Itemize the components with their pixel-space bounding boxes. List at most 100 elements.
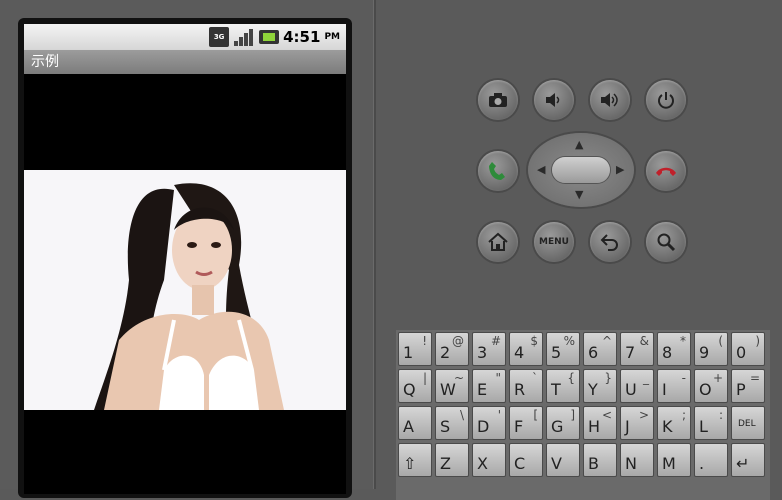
- key-0-8[interactable]: 9(: [694, 332, 728, 366]
- key-2-4[interactable]: G]: [546, 406, 580, 440]
- back-button[interactable]: [590, 222, 630, 262]
- key-3-6[interactable]: N: [620, 443, 654, 477]
- key-3-7[interactable]: M: [657, 443, 691, 477]
- key-2-5[interactable]: H <: [583, 406, 617, 440]
- key-1-5[interactable]: Y}: [583, 369, 617, 403]
- key-main-label: 2: [440, 343, 451, 362]
- key-alt-label: ~: [453, 371, 464, 385]
- key-1-0[interactable]: Q |: [398, 369, 432, 403]
- key-3-4[interactable]: V: [546, 443, 580, 477]
- key-alt-label: ': [497, 408, 501, 422]
- device-screen[interactable]: 3G 4:51 PM 示例: [24, 24, 346, 494]
- call-button[interactable]: [478, 151, 518, 191]
- key-alt-label: ;: [681, 408, 686, 422]
- key-3-0[interactable]: ⇧: [398, 443, 432, 477]
- end-call-icon: [656, 167, 676, 176]
- key-2-6[interactable]: J >: [620, 406, 654, 440]
- key-0-9[interactable]: 0): [731, 332, 765, 366]
- key-1-1[interactable]: W ~: [435, 369, 469, 403]
- key-main-label: T: [551, 380, 561, 399]
- key-alt-label: %: [563, 334, 575, 348]
- key-3-5[interactable]: B: [583, 443, 617, 477]
- key-main-label: U: [625, 380, 637, 399]
- key-1-4[interactable]: T{: [546, 369, 580, 403]
- key-alt-label: @: [452, 334, 464, 348]
- key-3-8[interactable]: .: [694, 443, 728, 477]
- key-main-label: C: [514, 454, 526, 473]
- volume-down-button[interactable]: [534, 80, 574, 120]
- key-alt-label: <: [601, 408, 612, 422]
- key-main-label: 7: [625, 343, 636, 362]
- menu-button[interactable]: MENU: [534, 222, 574, 262]
- key-main-label: 6: [588, 343, 599, 362]
- key-0-0[interactable]: 1!: [398, 332, 432, 366]
- key-main-label: 3: [477, 343, 488, 362]
- key-2-8[interactable]: L:: [694, 406, 728, 440]
- key-2-7[interactable]: K;: [657, 406, 691, 440]
- status-time: 4:51: [283, 28, 321, 46]
- key-0-6[interactable]: 7 &: [620, 332, 654, 366]
- key-0-7[interactable]: 8 *: [657, 332, 691, 366]
- camera-icon: [489, 93, 507, 107]
- dpad-down-icon[interactable]: ▼: [575, 189, 583, 200]
- woman-portrait-image: [24, 170, 346, 410]
- key-alt-label: ": [495, 371, 501, 385]
- key-alt-label: +: [712, 371, 723, 385]
- key-alt-label: }: [604, 371, 612, 385]
- key-main-label: 8: [662, 343, 673, 362]
- key-main-label: K: [662, 417, 673, 436]
- key-3-2[interactable]: X: [472, 443, 506, 477]
- key-alt-label: {: [567, 371, 575, 385]
- key-1-2[interactable]: E ": [472, 369, 506, 403]
- key-0-5[interactable]: 6 ^: [583, 332, 617, 366]
- key-3-3[interactable]: C: [509, 443, 543, 477]
- power-button[interactable]: [646, 80, 686, 120]
- key-0-3[interactable]: 4 $: [509, 332, 543, 366]
- app-title: 示例: [31, 54, 59, 70]
- status-bar: 3G 4:51 PM: [24, 24, 346, 50]
- key-3-9[interactable]: ↵: [731, 443, 765, 477]
- key-2-0[interactable]: A: [398, 406, 432, 440]
- dpad-left-icon[interactable]: ◀: [537, 164, 545, 175]
- key-0-4[interactable]: 5%: [546, 332, 580, 366]
- network-3g-icon: 3G: [209, 27, 230, 47]
- key-main-label: Y: [588, 380, 598, 399]
- status-ampm: PM: [324, 32, 340, 42]
- photo-image: [24, 170, 346, 410]
- key-alt-label: #: [490, 334, 501, 348]
- key-main-label: S: [440, 417, 451, 436]
- key-main-label: 0: [736, 343, 747, 362]
- dpad[interactable]: ▲ ▼ ◀ ▶: [528, 133, 634, 207]
- end-call-button[interactable]: [646, 151, 686, 191]
- volume-up-button[interactable]: [590, 80, 630, 120]
- key-0-2[interactable]: 3 #: [472, 332, 506, 366]
- key-1-8[interactable]: O +: [694, 369, 728, 403]
- key-2-2[interactable]: D ': [472, 406, 506, 440]
- key-main-label: E: [477, 380, 488, 399]
- key-2-1[interactable]: S \: [435, 406, 469, 440]
- key-2-9[interactable]: DEL: [731, 406, 765, 440]
- key-1-6[interactable]: U _: [620, 369, 654, 403]
- key-main-label: 5: [551, 343, 562, 362]
- search-button[interactable]: [646, 222, 686, 262]
- key-alt-label: ^: [601, 334, 612, 348]
- key-main-label: D: [477, 417, 490, 436]
- key-main-label: P: [736, 380, 746, 399]
- key-1-3[interactable]: R `: [509, 369, 543, 403]
- key-main-label: B: [588, 454, 599, 473]
- key-main-label: DEL: [738, 419, 756, 429]
- home-button[interactable]: [478, 222, 518, 262]
- key-alt-label: ]: [570, 408, 575, 422]
- camera-button[interactable]: [478, 80, 518, 120]
- key-main-label: M: [662, 454, 676, 473]
- dpad-center-button[interactable]: [552, 157, 610, 183]
- key-1-9[interactable]: P =: [731, 369, 765, 403]
- key-2-3[interactable]: F[: [509, 406, 543, 440]
- key-alt-label: \: [459, 408, 464, 422]
- dpad-right-icon[interactable]: ▶: [616, 164, 624, 175]
- key-1-7[interactable]: I-: [657, 369, 691, 403]
- key-0-1[interactable]: 2 @: [435, 332, 469, 366]
- key-3-1[interactable]: Z: [435, 443, 469, 477]
- dpad-up-icon[interactable]: ▲: [575, 139, 583, 150]
- key-alt-label: |: [422, 371, 427, 385]
